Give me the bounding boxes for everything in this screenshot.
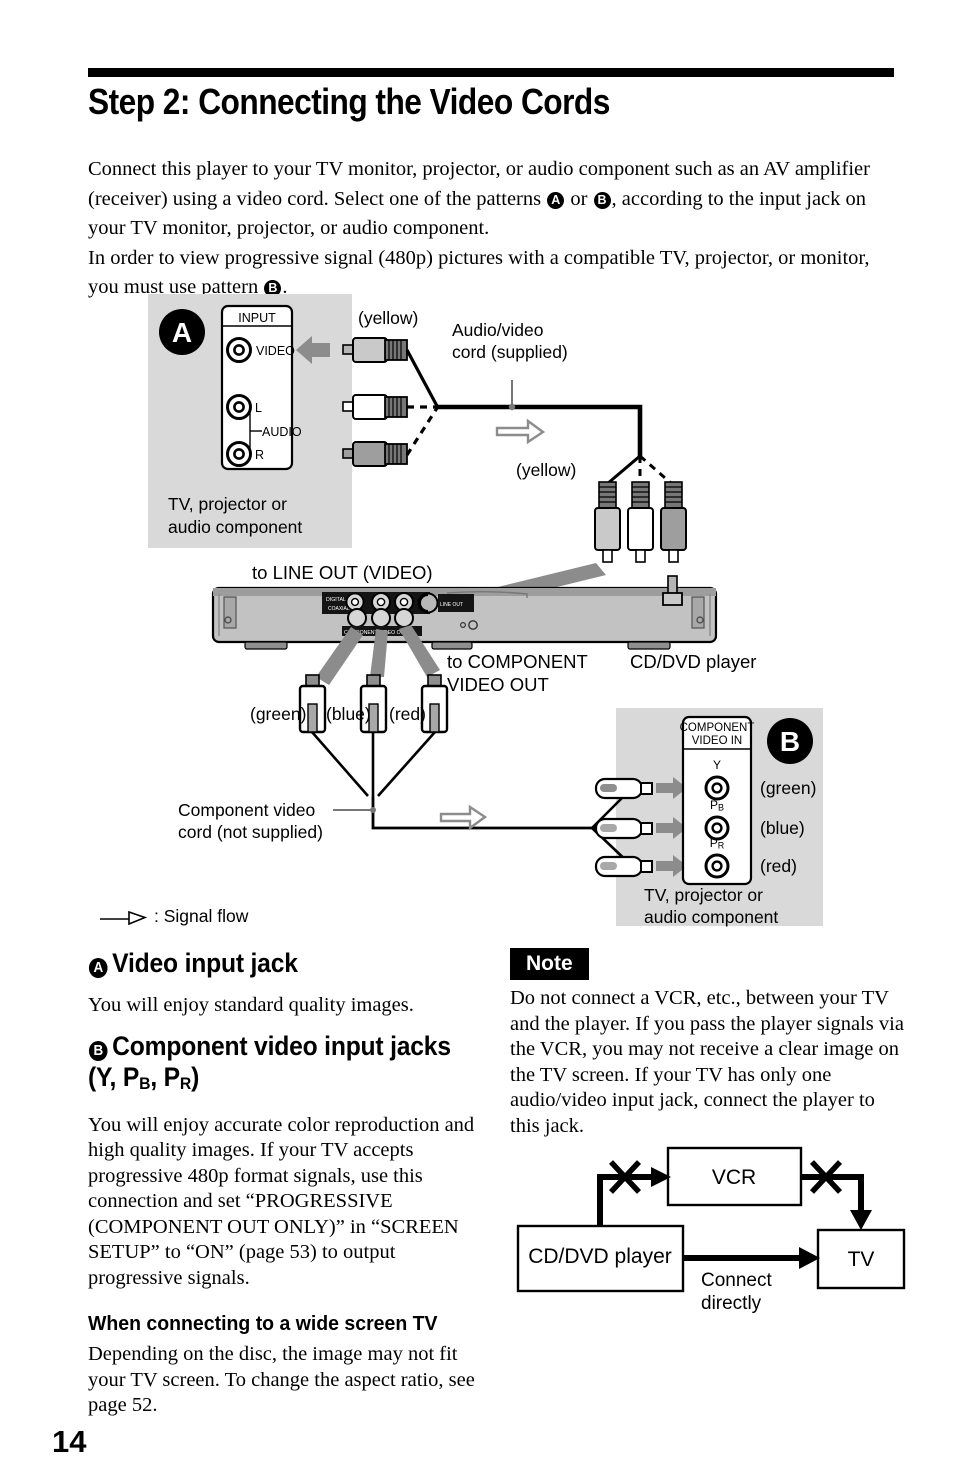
section-b-heading-line1: Component video input jacks (112, 1030, 451, 1061)
panel-a-audio-label: AUDIO (262, 425, 302, 439)
rca-plug-vertical-yellow (594, 481, 621, 563)
panel-a-video-label: VIDEO (256, 344, 295, 358)
note-tag: Note (510, 948, 589, 980)
badge-a-inline: A (547, 191, 565, 209)
section-b-body: You will enjoy accurate color reproducti… (88, 1113, 475, 1289)
panel-b-caption-2: audio component (644, 907, 778, 927)
label-to-line-out: to LINE OUT (VIDEO) (252, 562, 433, 583)
panel-a-caption-2: audio component (168, 517, 302, 537)
tv-box-label: TV (848, 1248, 875, 1271)
left-column: A Video input jack You will enjoy standar… (88, 948, 484, 1419)
panel-a-l-label: L (255, 401, 262, 415)
rca-plug-left-audio-r (342, 441, 408, 467)
section-b-pre: (Y, P (88, 1061, 140, 1092)
section-a-heading: A Video input jack (88, 948, 456, 979)
rca-plug-video-left (342, 337, 408, 363)
section-b-badge: B (88, 1040, 108, 1061)
label-red-plug: (red) (389, 704, 426, 724)
connect-directly-2: directly (701, 1293, 762, 1314)
cd-dvd-player-rear: DIGITAL OUT COAXIAL LINE OUT COMPONENT V… (211, 575, 718, 650)
right-column: Note Do not connect a VCR, etc., between… (510, 948, 904, 1139)
section-b-sub-r: R (179, 1073, 192, 1093)
label-yellow-left: (yellow) (358, 308, 418, 328)
label-green-plug: (green) (250, 704, 306, 724)
rear-coaxial-label: COAXIAL (328, 606, 350, 612)
panel-b-color-blue: (blue) (760, 818, 805, 838)
badge-b-letter: B (780, 726, 800, 757)
section-b-post: ) (191, 1061, 200, 1092)
panel-b-color-red: (red) (760, 856, 797, 876)
signal-flow-legend: : Signal flow (99, 906, 248, 927)
note-body: Do not connect a VCR, etc., between your… (510, 987, 904, 1137)
manual-page: Step 2: Connecting the Video Cords Conne… (0, 0, 954, 1483)
connect-directly-1: Connect (701, 1270, 772, 1291)
wide-screen-body: Depending on the disc, the image may not… (88, 1343, 475, 1417)
badge-b-inline: B (593, 191, 611, 209)
panel-b-title-2: VIDEO IN (692, 735, 742, 747)
player-box-label: CD/DVD player (528, 1245, 672, 1268)
panel-a-caption-1: TV, projector or (168, 494, 287, 514)
page-number: 14 (52, 1424, 87, 1459)
label-av-cord-2: cord (supplied) (452, 342, 568, 362)
panel-b-color-green: (green) (760, 778, 816, 798)
arrow-vcr-to-tv (850, 1210, 872, 1230)
rca-plug-vertical-white (627, 481, 654, 563)
section-a-body: You will enjoy standard quality images. (88, 994, 414, 1016)
rca-plug-left-audio-l (342, 394, 408, 420)
legend-text: : Signal flow (154, 906, 249, 926)
rca-plug-vertical-red (660, 481, 687, 563)
label-blue-plug: (blue) (326, 704, 371, 724)
label-cd-dvd-player: CD/DVD player (630, 651, 756, 672)
label-component-cord-2: cord (not supplied) (178, 822, 323, 842)
panel-b-caption-1: TV, projector or (644, 885, 763, 905)
section-b-heading-line2: (Y, PB, PR) (88, 1062, 456, 1099)
wide-screen-heading: When connecting to a wide screen TV (88, 1312, 438, 1336)
vcr-box-label: VCR (712, 1166, 756, 1189)
vcr-warning-figure: VCR CD/DVD player TV Connect directly (505, 1130, 925, 1330)
intro-text-or: or (565, 187, 593, 210)
label-to-component-1: to COMPONENT (447, 651, 588, 672)
title-rule (88, 68, 894, 77)
signal-flow-icon (100, 910, 147, 925)
signal-flow-arrow-top (495, 418, 546, 445)
panel-b-title-1: COMPONENT (680, 722, 755, 734)
intro-paragraph: Connect this player to your TV monitor, … (88, 155, 900, 303)
panel-a-r-label: R (255, 448, 264, 462)
signal-flow-arrow-bottom (439, 804, 488, 831)
label-av-cord-1: Audio/video (452, 320, 543, 340)
section-a-badge: A (88, 958, 108, 978)
connection-diagram: A INPUT VIDEO L R AUDIO TV, projector or… (0, 288, 954, 938)
rear-line-out-label: LINE OUT (440, 602, 463, 608)
panel-b-y-label: Y (713, 758, 721, 772)
section-b-mid: , P (150, 1061, 180, 1092)
panel-a-input-label: INPUT (238, 311, 276, 325)
label-yellow-right: (yellow) (516, 460, 576, 480)
label-to-component-2: VIDEO OUT (447, 674, 549, 695)
badge-a-letter: A (172, 317, 192, 348)
section-a-heading-text: Video input jack (112, 948, 298, 978)
page-title: Step 2: Connecting the Video Cords (88, 81, 610, 122)
intro-line-1: Connect this player to your TV monitor, … (88, 155, 900, 244)
section-b-heading: B Component video input jacks (88, 1031, 456, 1062)
label-component-cord-1: Component video (178, 800, 315, 820)
section-b-sub-b: B (139, 1073, 151, 1093)
